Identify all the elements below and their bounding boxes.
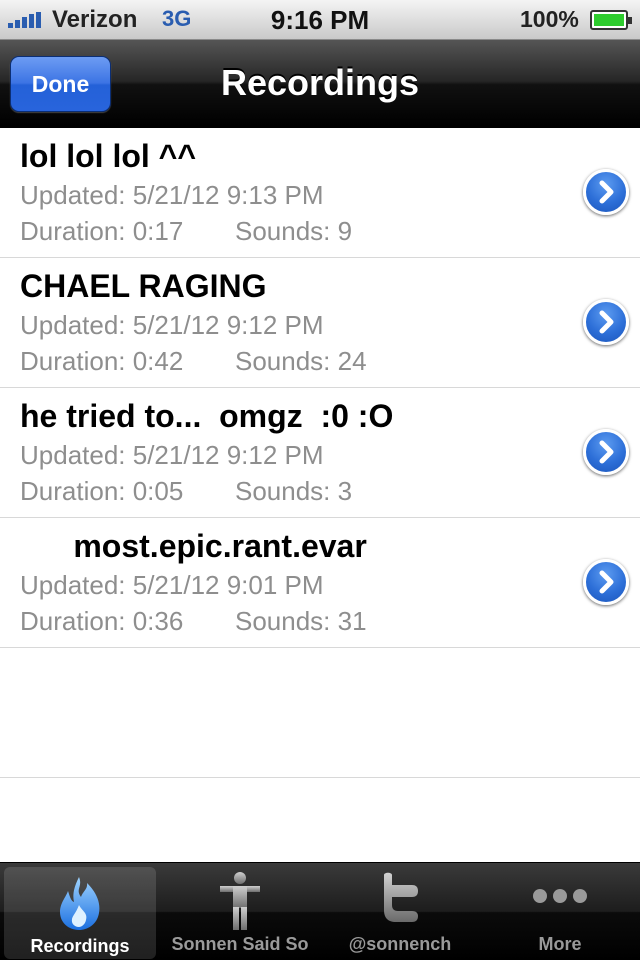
- recording-sounds: Sounds: 3: [235, 476, 353, 506]
- battery-percent: 100%: [520, 6, 579, 32]
- recording-updated: Updated: 5/21/12 9:13 PM: [20, 180, 324, 210]
- done-button[interactable]: Done: [10, 56, 111, 112]
- recording-title: lol lol lol ^^: [20, 138, 197, 174]
- more-dots-icon: [530, 871, 590, 926]
- recording-row[interactable]: he tried to... omgz :0 :O Updated: 5/21/…: [0, 388, 640, 518]
- tab-label: @sonnench: [348, 934, 452, 954]
- recording-title: he tried to... omgz :0 :O: [20, 398, 394, 434]
- recording-row[interactable]: most.epic.rant.evar Updated: 5/21/12 9:0…: [0, 518, 640, 648]
- recordings-list: lol lol lol ^^ Updated: 5/21/12 9:13 PM …: [0, 128, 640, 778]
- recording-title: CHAEL RAGING: [20, 268, 267, 304]
- recording-duration: Duration: 0:17: [20, 216, 184, 246]
- recording-updated: Updated: 5/21/12 9:01 PM: [20, 570, 324, 600]
- recording-row[interactable]: lol lol lol ^^ Updated: 5/21/12 9:13 PM …: [0, 128, 640, 258]
- detail-disclosure-icon[interactable]: [583, 169, 629, 215]
- recording-duration: Duration: 0:42: [20, 346, 184, 376]
- person-icon: [218, 871, 262, 936]
- recording-sounds: Sounds: 9: [235, 216, 353, 246]
- tab-label: Sonnen Said So: [171, 934, 309, 954]
- recording-title: most.epic.rant.evar: [20, 528, 367, 564]
- recording-duration: Duration: 0:36: [20, 606, 184, 636]
- recording-sounds: Sounds: 24: [235, 346, 367, 376]
- tab-recordings[interactable]: Recordings: [4, 867, 156, 959]
- recording-duration: Duration: 0:05: [20, 476, 184, 506]
- detail-disclosure-icon[interactable]: [583, 429, 629, 475]
- navigation-bar: Done Recordings: [0, 40, 640, 128]
- page-title: Recordings: [220, 62, 420, 103]
- status-bar: Verizon 3G 9:16 PM 100%: [0, 0, 640, 40]
- tab-sonnen-said-so[interactable]: Sonnen Said So: [160, 863, 320, 960]
- tab-more[interactable]: More: [480, 863, 640, 960]
- detail-disclosure-icon[interactable]: [583, 559, 629, 605]
- recording-updated: Updated: 5/21/12 9:12 PM: [20, 440, 324, 470]
- recording-row[interactable]: CHAEL RAGING Updated: 5/21/12 9:12 PM Du…: [0, 258, 640, 388]
- twitter-icon: [378, 871, 422, 928]
- battery-icon: [590, 10, 632, 30]
- tab-label: Recordings: [30, 936, 130, 956]
- empty-row: [0, 648, 640, 778]
- recording-updated: Updated: 5/21/12 9:12 PM: [20, 310, 324, 340]
- tab-sonnench[interactable]: @sonnench: [320, 863, 480, 960]
- tab-label: More: [538, 934, 582, 954]
- tab-bar: Recordings Sonnen Said So @sonnench More: [0, 862, 640, 960]
- flame-icon: [55, 875, 105, 936]
- recording-sounds: Sounds: 31: [235, 606, 367, 636]
- detail-disclosure-icon[interactable]: [583, 299, 629, 345]
